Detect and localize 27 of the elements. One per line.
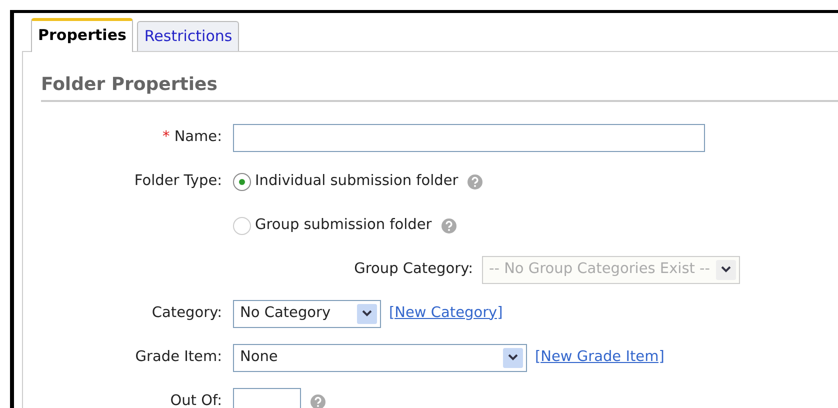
radio-button[interactable] [233, 172, 251, 190]
help-icon[interactable] [440, 218, 457, 234]
radio-label: Individual submission folder [255, 172, 458, 191]
dropdown: -- No Group Categories Exist -- [482, 256, 740, 284]
tab[interactable]: Properties [31, 18, 134, 52]
required-mark: * [162, 128, 170, 145]
field-label: Group Category: [353, 260, 474, 279]
section-heading: Folder Properties [41, 70, 838, 102]
caret-icon [503, 348, 523, 368]
field-label: Folder Type: [134, 172, 222, 189]
radio-button[interactable] [233, 216, 251, 234]
help-icon[interactable] [467, 174, 484, 190]
caret-icon [716, 260, 736, 280]
dropdown[interactable]: None [233, 344, 527, 372]
field-label: Category: [152, 304, 222, 321]
caret-icon [357, 304, 377, 324]
dropdown[interactable]: No Category [233, 300, 381, 328]
help-icon[interactable] [310, 394, 326, 408]
tab[interactable]: Restrictions [137, 21, 240, 50]
field-label: Out Of: [170, 392, 222, 408]
field-label: Name: [174, 128, 222, 145]
field-label: Grade Item: [135, 348, 222, 365]
text-field[interactable] [233, 124, 705, 152]
radio-label: Group submission folder [255, 216, 432, 235]
link[interactable]: [New Grade Item] [535, 346, 664, 368]
text-field[interactable] [233, 388, 301, 408]
link[interactable]: [New Category] [389, 302, 503, 324]
